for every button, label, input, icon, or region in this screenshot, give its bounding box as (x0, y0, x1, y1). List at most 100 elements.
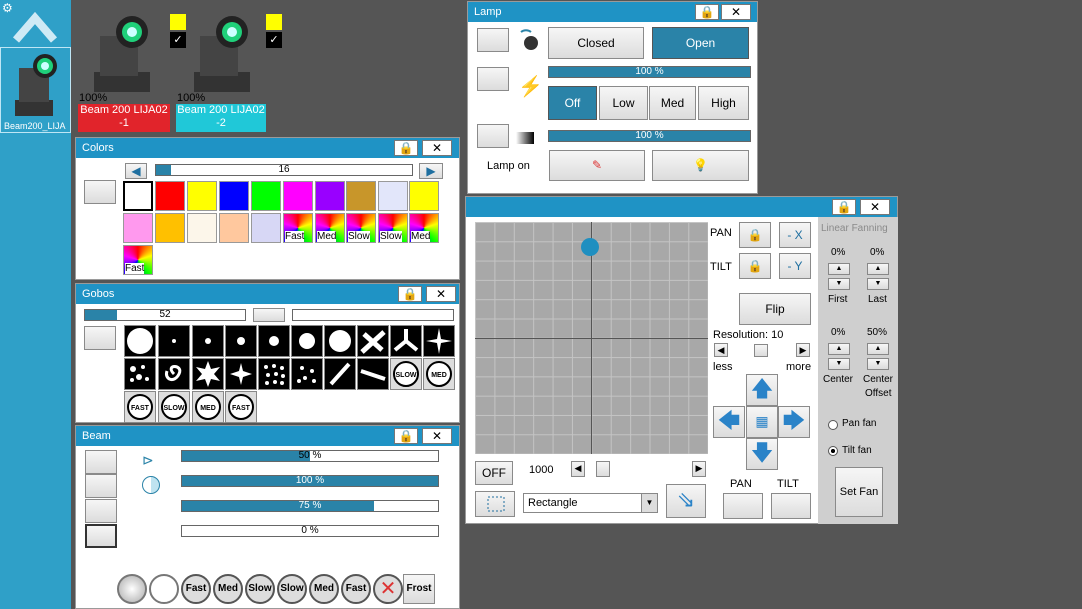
color-pink[interactable] (123, 213, 153, 243)
gobo-shake-med[interactable]: MED (192, 391, 224, 423)
shape-dropdown[interactable]: Rectangle ▼ (523, 493, 658, 513)
gobo-shake-fast[interactable]: FAST (124, 391, 156, 423)
lock-icon[interactable]: 🔒 (394, 428, 418, 444)
dimmer-bar[interactable]: 100 % (548, 66, 751, 78)
lock-icon[interactable]: 🔒 (394, 140, 418, 156)
color-slider[interactable]: 16 (155, 164, 413, 176)
color-wheel-med[interactable]: Med (315, 213, 345, 243)
fixture-2[interactable]: ✓ 100% Beam 200 LIJA02 -2 (176, 10, 282, 132)
sidebar-fixture-item[interactable]: Beam200_LIJA (0, 47, 71, 133)
right-arrow-button[interactable]: 🡆 (778, 406, 810, 438)
color-green[interactable] (251, 181, 281, 211)
prism-fast-button[interactable]: Fast (181, 574, 211, 604)
swap-button[interactable]: ⇘ (666, 484, 706, 518)
lock-icon[interactable]: 🔒 (398, 286, 422, 302)
beam-button-4[interactable] (85, 524, 117, 548)
pantilt-grid[interactable] (475, 222, 708, 454)
speed-thumb[interactable] (596, 461, 610, 477)
flip-button[interactable]: Flip (739, 293, 811, 325)
closed-button[interactable]: Closed (548, 27, 644, 59)
color-amber[interactable] (155, 213, 185, 243)
first-down-icon[interactable]: ▼ (828, 278, 850, 290)
prism-slow-button[interactable]: Slow (245, 574, 275, 604)
speed-right-icon[interactable]: ▶ (692, 461, 706, 477)
fixture-1[interactable]: ✓ 100% Beam 200 LIJA02 -1 (78, 10, 186, 132)
prism-icon-2[interactable] (149, 574, 179, 604)
color-wheel-slow-2[interactable]: Slow (378, 213, 408, 243)
dimmer-button[interactable] (477, 67, 509, 91)
pan-lock-icon[interactable]: 🔒 (739, 222, 771, 248)
center-button[interactable]: ▦ (746, 406, 778, 438)
gobo-shake-fast-2[interactable]: FAST (225, 391, 257, 423)
gobo-mid-button[interactable] (253, 308, 285, 322)
offset-up-icon[interactable]: ▲ (867, 343, 889, 355)
beam-bar-2[interactable]: 100 % (181, 475, 439, 487)
color-blue[interactable] (219, 181, 249, 211)
resolution-left-icon[interactable]: ◀ (714, 343, 728, 357)
up-arrow-icon[interactable] (12, 8, 58, 44)
close-icon[interactable]: ✕ (721, 4, 751, 20)
color-gold[interactable] (346, 181, 376, 211)
last-up-icon[interactable]: ▲ (867, 263, 889, 275)
lamp-on-button[interactable]: 💡 (652, 150, 749, 181)
center-up-icon[interactable]: ▲ (828, 343, 850, 355)
up-arrow-button[interactable]: 🡅 (746, 374, 778, 406)
color-peach[interactable] (219, 213, 249, 243)
color-white[interactable] (123, 181, 153, 211)
prism-med-button-2[interactable]: Med (309, 574, 339, 604)
down-arrow-button[interactable]: 🡇 (746, 438, 778, 470)
color-wheel-fast-2[interactable]: Fast (123, 245, 153, 275)
color-magenta[interactable] (283, 181, 313, 211)
minus-x-button[interactable]: - X (779, 222, 811, 248)
shutter-button[interactable] (477, 28, 509, 52)
minus-y-button[interactable]: - Y (779, 253, 811, 279)
gobo-shake-slow[interactable]: SLOW (158, 391, 190, 423)
gobo-circle-medium[interactable] (291, 325, 323, 357)
close-icon[interactable]: ✕ (426, 286, 456, 302)
strobe-off-button[interactable]: Off (548, 86, 597, 120)
gobo-line-flat[interactable] (357, 358, 389, 390)
beam-button-3[interactable] (85, 499, 117, 523)
gobo-cross-beams[interactable] (357, 325, 389, 357)
last-down-icon[interactable]: ▼ (867, 278, 889, 290)
prism-med-button[interactable]: Med (213, 574, 243, 604)
gobo-line-diagonal[interactable] (324, 358, 356, 390)
color-yellow-2[interactable] (409, 181, 439, 211)
gobo-dot-2[interactable] (225, 325, 257, 357)
tilt-value-button[interactable] (771, 493, 811, 519)
beam-bar-4[interactable]: 0 % (181, 525, 439, 537)
resolution-right-icon[interactable]: ▶ (796, 343, 810, 357)
tilt-fan-radio[interactable] (828, 446, 838, 456)
color-wheel-med-2[interactable]: Med (409, 213, 439, 243)
close-icon[interactable]: ✕ (422, 428, 452, 444)
close-icon[interactable]: ✕ (860, 199, 890, 215)
color-yellow[interactable] (187, 181, 217, 211)
off-button[interactable]: OFF (475, 461, 513, 485)
gobo-burst[interactable] (192, 358, 224, 390)
left-arrow-icon[interactable]: ◀ (125, 163, 147, 179)
gobo-tri-star[interactable] (390, 325, 422, 357)
color-wheel-fast[interactable]: Fast (283, 213, 313, 243)
left-arrow-button[interactable]: 🡄 (713, 406, 745, 438)
first-up-icon[interactable]: ▲ (828, 263, 850, 275)
gobo-scattered-dots[interactable] (291, 358, 323, 390)
gobo-star[interactable] (225, 358, 257, 390)
shape-select-icon[interactable] (475, 491, 515, 517)
gobo-rotate-slow[interactable]: SLOW (390, 358, 422, 390)
color-purple[interactable] (315, 181, 345, 211)
color-cream[interactable] (187, 213, 217, 243)
prism-icon-1[interactable] (117, 574, 147, 604)
color-red[interactable] (155, 181, 185, 211)
gobo-rotate-med[interactable]: MED (423, 358, 455, 390)
gobo-dot[interactable] (192, 325, 224, 357)
gobo-open[interactable] (124, 325, 156, 357)
gobo-dot-grid[interactable] (258, 358, 290, 390)
strobe-low-button[interactable]: Low (599, 86, 648, 120)
beam-bar-3[interactable]: 75 % (181, 500, 439, 512)
speed-left-icon[interactable]: ◀ (571, 461, 585, 477)
color-reset-button[interactable] (84, 180, 116, 204)
position-marker[interactable] (581, 238, 599, 256)
intensity-bar[interactable]: 100 % (548, 130, 751, 142)
color-lavender[interactable] (378, 181, 408, 211)
beam-button-2[interactable] (85, 474, 117, 498)
